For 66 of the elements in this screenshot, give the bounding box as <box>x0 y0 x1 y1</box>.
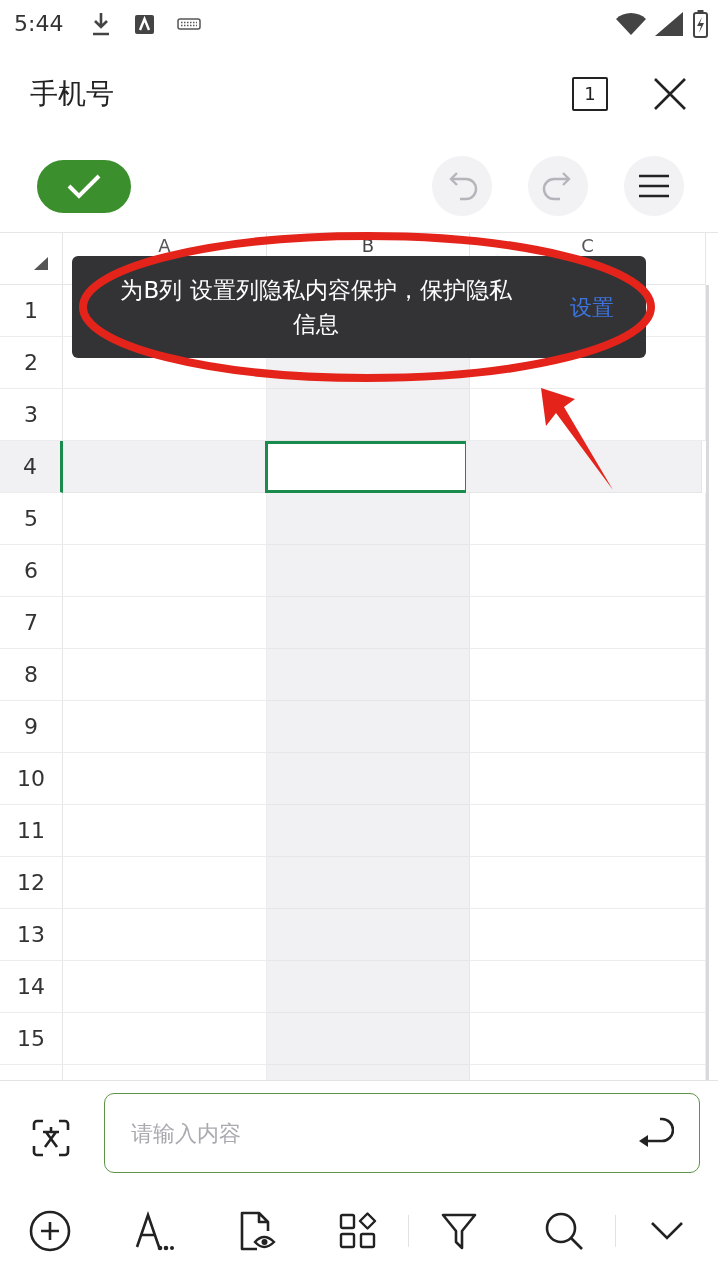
highlighted-cell[interactable] <box>267 1013 470 1065</box>
status-time: 5:44 <box>14 13 64 35</box>
highlighted-cell[interactable] <box>267 389 470 441</box>
table-cell[interactable] <box>470 909 706 961</box>
highlighted-cell[interactable] <box>63 441 267 493</box>
selected-cell[interactable] <box>265 441 468 493</box>
table-cell[interactable] <box>470 805 706 857</box>
plus-circle-icon[interactable] <box>29 1209 71 1252</box>
table-cell[interactable] <box>63 805 267 857</box>
keyboard-icon <box>177 18 202 30</box>
row-header[interactable]: 4 <box>0 441 63 493</box>
document-eye-icon[interactable] <box>239 1210 277 1251</box>
highlighted-cell[interactable] <box>267 597 470 649</box>
table-cell[interactable] <box>470 493 706 545</box>
confirm-button[interactable] <box>37 159 131 213</box>
sheet-count-button[interactable]: 1 <box>572 77 608 111</box>
highlighted-cell[interactable] <box>267 493 470 545</box>
table-cell[interactable] <box>63 857 267 909</box>
highlighted-cell[interactable] <box>267 649 470 701</box>
table-cell[interactable] <box>63 909 267 961</box>
table-cell[interactable] <box>63 545 267 597</box>
filter-icon[interactable] <box>441 1211 477 1250</box>
highlighted-cell[interactable] <box>267 961 470 1013</box>
table-cell[interactable] <box>470 701 706 753</box>
search-icon[interactable] <box>544 1210 584 1251</box>
table-cell[interactable] <box>470 961 706 1013</box>
table-cell[interactable] <box>63 389 267 441</box>
highlighted-cell[interactable] <box>267 909 470 961</box>
check-icon <box>66 173 102 199</box>
table-cell[interactable] <box>63 649 267 701</box>
wifi-icon <box>615 12 647 36</box>
table-cell[interactable] <box>470 389 706 441</box>
highlighted-cell[interactable] <box>466 441 702 493</box>
table-cell[interactable] <box>470 1013 706 1065</box>
app-icon <box>135 14 155 34</box>
highlighted-cell[interactable] <box>267 805 470 857</box>
table-cell[interactable] <box>63 493 267 545</box>
highlighted-cell[interactable] <box>267 753 470 805</box>
table-cell[interactable] <box>470 649 706 701</box>
table-cell[interactable] <box>63 597 267 649</box>
table-cell[interactable] <box>470 545 706 597</box>
table-cell[interactable] <box>63 961 267 1013</box>
triangle-icon[interactable] <box>34 257 48 270</box>
text-style-icon[interactable] <box>134 1210 174 1251</box>
column-header[interactable]: C <box>581 236 594 256</box>
table-cell[interactable] <box>470 753 706 805</box>
battery-icon <box>693 10 708 38</box>
table-cell[interactable] <box>63 1013 267 1065</box>
grid-icon[interactable] <box>339 1211 377 1250</box>
signal-icon <box>655 12 683 36</box>
enter-icon[interactable] <box>638 1117 674 1149</box>
close-icon[interactable] <box>654 78 686 110</box>
column-header[interactable]: A <box>158 236 171 256</box>
toast-message: 为B列 设置列隐私内容保护，保护隐私信息 <box>119 276 513 339</box>
highlighted-cell[interactable] <box>267 857 470 909</box>
table-cell[interactable] <box>63 701 267 753</box>
table-cell[interactable] <box>63 753 267 805</box>
highlighted-cell[interactable] <box>267 545 470 597</box>
download-icon <box>92 12 111 36</box>
table-cell[interactable] <box>470 597 706 649</box>
highlighted-cell[interactable] <box>267 701 470 753</box>
input-field[interactable]: 请输入内容 <box>104 1093 700 1173</box>
chevron-down-icon[interactable] <box>650 1220 684 1241</box>
sheet-title: 手机号 <box>30 80 114 108</box>
table-cell[interactable] <box>470 857 706 909</box>
scan-text-icon[interactable] <box>32 1119 70 1157</box>
